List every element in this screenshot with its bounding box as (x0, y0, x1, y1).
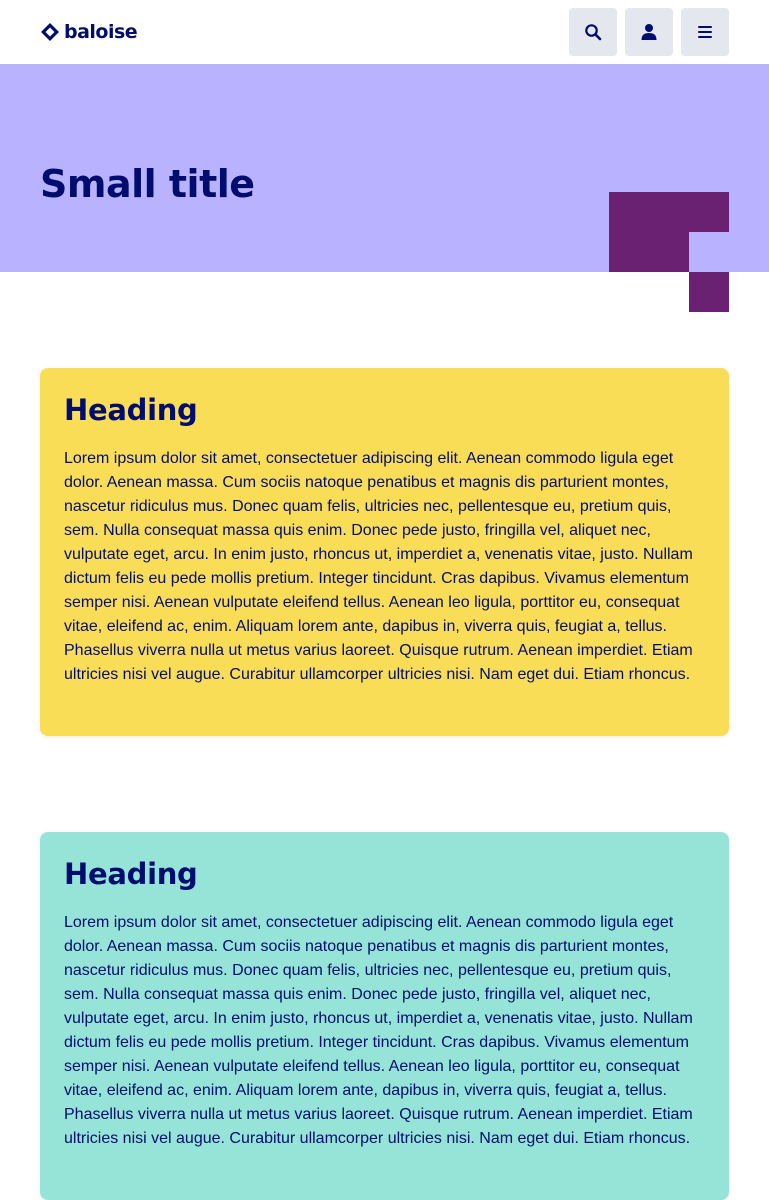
baloise-diamond-logo-icon (41, 23, 59, 41)
logo-text: baloise (64, 21, 138, 43)
user-icon (641, 24, 657, 40)
search-button[interactable] (569, 8, 617, 56)
site-header: baloise (0, 0, 769, 64)
menu-button[interactable] (681, 8, 729, 56)
content-card-teal: Heading Lorem ipsum dolor sit amet, cons… (40, 832, 729, 1200)
card-body-text: Lorem ipsum dolor sit amet, consectetuer… (64, 914, 693, 1147)
card-body-text: Lorem ipsum dolor sit amet, consectetuer… (64, 450, 693, 683)
decorative-stair-shape (609, 192, 729, 312)
card-heading: Heading (64, 857, 198, 891)
search-icon (585, 24, 602, 41)
user-account-button[interactable] (625, 8, 673, 56)
card-heading: Heading (64, 393, 198, 427)
page-title: Small title (40, 162, 255, 206)
content-card-yellow: Heading Lorem ipsum dolor sit amet, cons… (40, 368, 729, 736)
hamburger-menu-icon (698, 26, 712, 38)
baloise-logo-link[interactable]: baloise (40, 18, 138, 46)
